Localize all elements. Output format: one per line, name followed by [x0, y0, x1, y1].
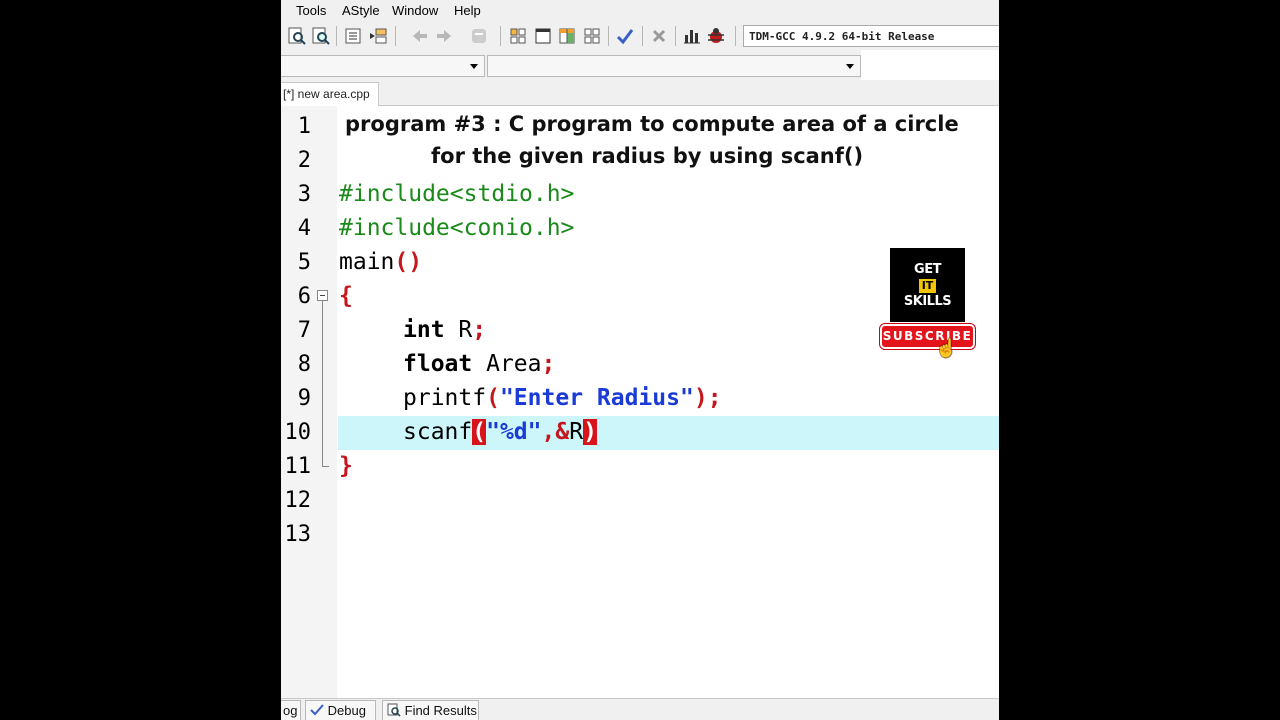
semicolon: ; — [541, 351, 556, 377]
comma: , — [541, 419, 556, 445]
main-toolbar: TDM-GCC 4.9.2 64-bit Release — [281, 22, 999, 51]
table-icon[interactable] — [556, 25, 578, 47]
paren-close-matched: ) — [583, 419, 597, 445]
line-number: 6 — [297, 284, 311, 309]
close-icon[interactable] — [648, 25, 670, 47]
unindent-icon[interactable] — [367, 25, 389, 47]
line-number: 10 — [284, 420, 312, 445]
replace-icon[interactable] — [310, 25, 332, 47]
code-line-6: { — [339, 283, 353, 309]
line-number: 4 — [297, 216, 311, 241]
identifier: Area — [472, 351, 542, 377]
type-keyword: float — [403, 351, 473, 377]
code-line-10: scanf("%d",&R) — [403, 419, 597, 445]
identifier: R — [569, 419, 584, 445]
subscribe-button[interactable]: SUBSCRIBE — [880, 324, 975, 349]
chevron-down-icon — [846, 64, 854, 69]
line-number: 7 — [297, 318, 311, 343]
tab-log[interactable]: og — [281, 700, 301, 720]
main-parens: () — [394, 249, 423, 275]
tab-find-results-label: Find Results — [404, 703, 477, 718]
address-operator: & — [555, 419, 570, 445]
tab-new-area-cpp[interactable]: [*] new area.cpp — [281, 82, 379, 106]
find-icon[interactable] — [286, 25, 308, 47]
tab-find-results[interactable]: Find Results — [382, 700, 479, 720]
fold-guide — [322, 301, 323, 467]
paren-close: ) — [693, 385, 708, 411]
line-number: 5 — [297, 250, 311, 275]
get-it-skills-logo: GET IT SKILLS — [890, 248, 965, 322]
line-number: 9 — [297, 386, 311, 411]
line-number: 11 — [284, 454, 312, 479]
logo-text-skills: SKILLS — [903, 294, 952, 309]
debug-icon[interactable] — [705, 25, 727, 47]
menu-window[interactable]: Window — [392, 3, 438, 18]
line-number: 1 — [297, 114, 311, 139]
line-number: 3 — [297, 182, 311, 207]
code-line-7: int R; — [403, 317, 486, 343]
back-icon[interactable] — [409, 25, 431, 47]
forward-icon[interactable] — [433, 25, 455, 47]
search-icon — [387, 703, 401, 717]
semicolon: ; — [707, 385, 722, 411]
logo-text-it: IT — [919, 279, 936, 293]
logo-text-get: GET — [914, 262, 941, 277]
code-line-9: printf("Enter Radius"); — [403, 385, 722, 411]
function-name: scanf — [403, 419, 473, 445]
check-icon — [310, 704, 324, 716]
tab-debug-label: Debug — [327, 703, 366, 718]
code-line-8: float Area; — [403, 351, 555, 377]
function-name: printf — [403, 385, 487, 411]
fold-toggle-icon[interactable] — [317, 290, 328, 301]
semicolon: ; — [472, 317, 487, 343]
dev-cpp-window: Tools AStyle Window Help TDM-GCC 4.9.2 6… — [281, 0, 999, 720]
line-number: 2 — [297, 148, 311, 173]
identifier: R — [444, 317, 473, 343]
code-line-3: #include<stdio.h> — [339, 181, 575, 207]
string-literal: "%d" — [486, 419, 542, 445]
chart-icon[interactable] — [681, 25, 703, 47]
class-combo[interactable] — [281, 55, 485, 77]
chevron-down-icon — [470, 64, 478, 69]
tab-debug[interactable]: Debug — [305, 700, 376, 720]
fold-guide-end — [322, 466, 329, 467]
paren-open: ( — [486, 385, 500, 411]
type-keyword: int — [403, 317, 445, 343]
hand-cursor-icon: ☝ — [935, 338, 958, 358]
tab-bar: [*] new area.cpp — [281, 80, 999, 106]
indent-icon[interactable] — [342, 25, 364, 47]
menu-bar: Tools AStyle Window Help — [281, 0, 999, 22]
string-literal: "Enter Radius" — [499, 385, 694, 411]
code-line-11: } — [339, 453, 353, 479]
window-icon[interactable] — [532, 25, 554, 47]
code-line-5: main() — [339, 249, 422, 275]
toolbar-blank — [861, 50, 999, 80]
layout-icon[interactable] — [581, 25, 603, 47]
check-icon[interactable] — [614, 25, 636, 47]
code-line-4: #include<conio.h> — [339, 215, 575, 241]
menu-astyle[interactable]: AStyle — [342, 3, 380, 18]
menu-tools[interactable]: Tools — [296, 3, 326, 18]
goto-icon[interactable] — [468, 25, 490, 47]
menu-help[interactable]: Help — [454, 3, 481, 18]
grid-icon[interactable] — [507, 25, 529, 47]
title-line-1: program #3 : C program to compute area o… — [345, 112, 959, 136]
title-line-2: for the given radius by using scanf() — [431, 144, 864, 168]
line-number: 8 — [297, 352, 311, 377]
main-function-name: main — [339, 249, 395, 275]
line-number: 13 — [284, 522, 312, 547]
bottom-panel-tabs: og Debug Find Results — [281, 698, 999, 720]
compiler-select[interactable]: TDM-GCC 4.9.2 64-bit Release — [743, 25, 999, 47]
line-number: 12 — [284, 488, 312, 513]
paren-open-matched: ( — [472, 419, 487, 445]
code-editor[interactable]: 1 2 3 4 5 6 7 8 9 10 11 12 13 program #3… — [281, 106, 999, 698]
member-combo[interactable] — [487, 55, 861, 77]
